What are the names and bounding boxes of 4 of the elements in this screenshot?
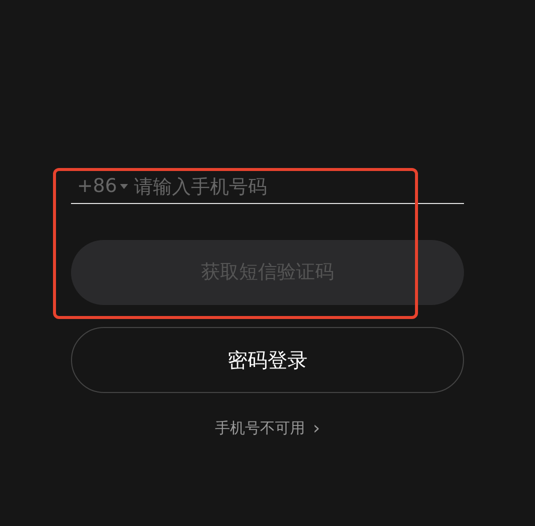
caret-icon bbox=[120, 184, 128, 189]
phone-unavailable-link[interactable]: 手机号不可用 › bbox=[214, 415, 320, 442]
phone-input-field[interactable]: 请输入手机号码 bbox=[134, 170, 464, 202]
password-login-button[interactable]: 密码登录 bbox=[71, 327, 464, 393]
